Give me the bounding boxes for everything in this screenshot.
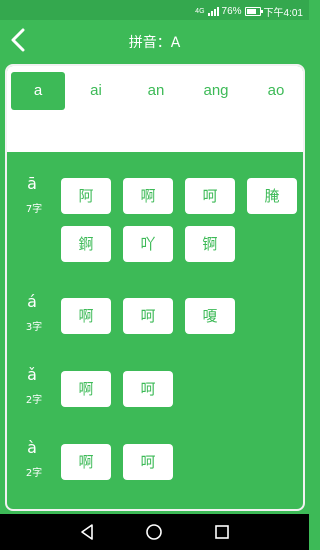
status-bar: 4G 76% 下午4:01 bbox=[0, 0, 309, 20]
tone-group-3: ǎ 2字 啊 呵 bbox=[7, 365, 303, 415]
char-button[interactable]: 腌 bbox=[247, 178, 297, 214]
tone-label: á bbox=[27, 292, 37, 311]
signal-icon bbox=[207, 7, 219, 16]
char-button[interactable]: 啊 bbox=[61, 444, 111, 480]
tone-label: ǎ bbox=[27, 365, 37, 384]
char-count: 7字 bbox=[25, 204, 43, 215]
battery-icon bbox=[244, 7, 263, 16]
char-button[interactable]: 呵 bbox=[123, 371, 173, 407]
char-button[interactable]: 吖 bbox=[123, 226, 173, 262]
char-button[interactable]: 啊 bbox=[61, 298, 111, 334]
char-button[interactable]: 呵 bbox=[185, 178, 235, 214]
char-count: 2字 bbox=[25, 395, 43, 406]
tone-group-4: à 2字 啊 呵 bbox=[7, 438, 303, 488]
tab-an[interactable]: an bbox=[129, 72, 183, 110]
tab-ang[interactable]: ang bbox=[189, 72, 243, 110]
tab-ai[interactable]: ai bbox=[69, 72, 123, 110]
nav-home-button[interactable] bbox=[143, 522, 165, 542]
system-nav-bar bbox=[0, 514, 309, 550]
char-button[interactable]: 呵 bbox=[123, 444, 173, 480]
app-header: 拼音：A bbox=[0, 20, 309, 62]
tone-group-2: á 3字 啊 呵 嗄 bbox=[7, 292, 303, 342]
char-button[interactable]: 啊 bbox=[61, 371, 111, 407]
back-triangle-icon bbox=[81, 524, 93, 540]
char-button[interactable]: 嗄 bbox=[185, 298, 235, 334]
tone-label: à bbox=[27, 438, 37, 457]
page-title: 拼音：A bbox=[128, 35, 181, 51]
char-button[interactable]: 阿 bbox=[61, 178, 111, 214]
battery-percent: 76% bbox=[221, 6, 242, 17]
nav-recents-button[interactable] bbox=[211, 522, 233, 542]
recents-square-icon bbox=[215, 525, 229, 539]
status-icons: 4G 76% 下午4:01 bbox=[195, 4, 303, 19]
nav-back-button[interactable] bbox=[76, 522, 98, 542]
pinyin-card: a ai an ang ao ā 7字 阿 啊 呵 腌 錒 吖 锕 á 3字 啊… bbox=[5, 64, 305, 511]
pinyin-tabs: a ai an ang ao bbox=[7, 66, 303, 152]
home-circle-icon bbox=[146, 524, 162, 540]
network-type: 4G bbox=[195, 8, 205, 15]
char-button[interactable]: 呵 bbox=[123, 298, 173, 334]
status-time: 下午4:01 bbox=[263, 8, 303, 19]
char-button[interactable]: 锕 bbox=[185, 226, 235, 262]
tab-ao[interactable]: ao bbox=[249, 72, 303, 110]
char-button[interactable]: 錒 bbox=[61, 226, 111, 262]
char-count: 2字 bbox=[25, 468, 43, 479]
char-count: 3字 bbox=[25, 322, 43, 333]
tab-a[interactable]: a bbox=[11, 72, 65, 110]
char-button[interactable]: 啊 bbox=[123, 178, 173, 214]
tone-label: ā bbox=[27, 174, 37, 193]
tone-group-1: ā 7字 阿 啊 呵 腌 錒 吖 锕 bbox=[7, 172, 303, 272]
